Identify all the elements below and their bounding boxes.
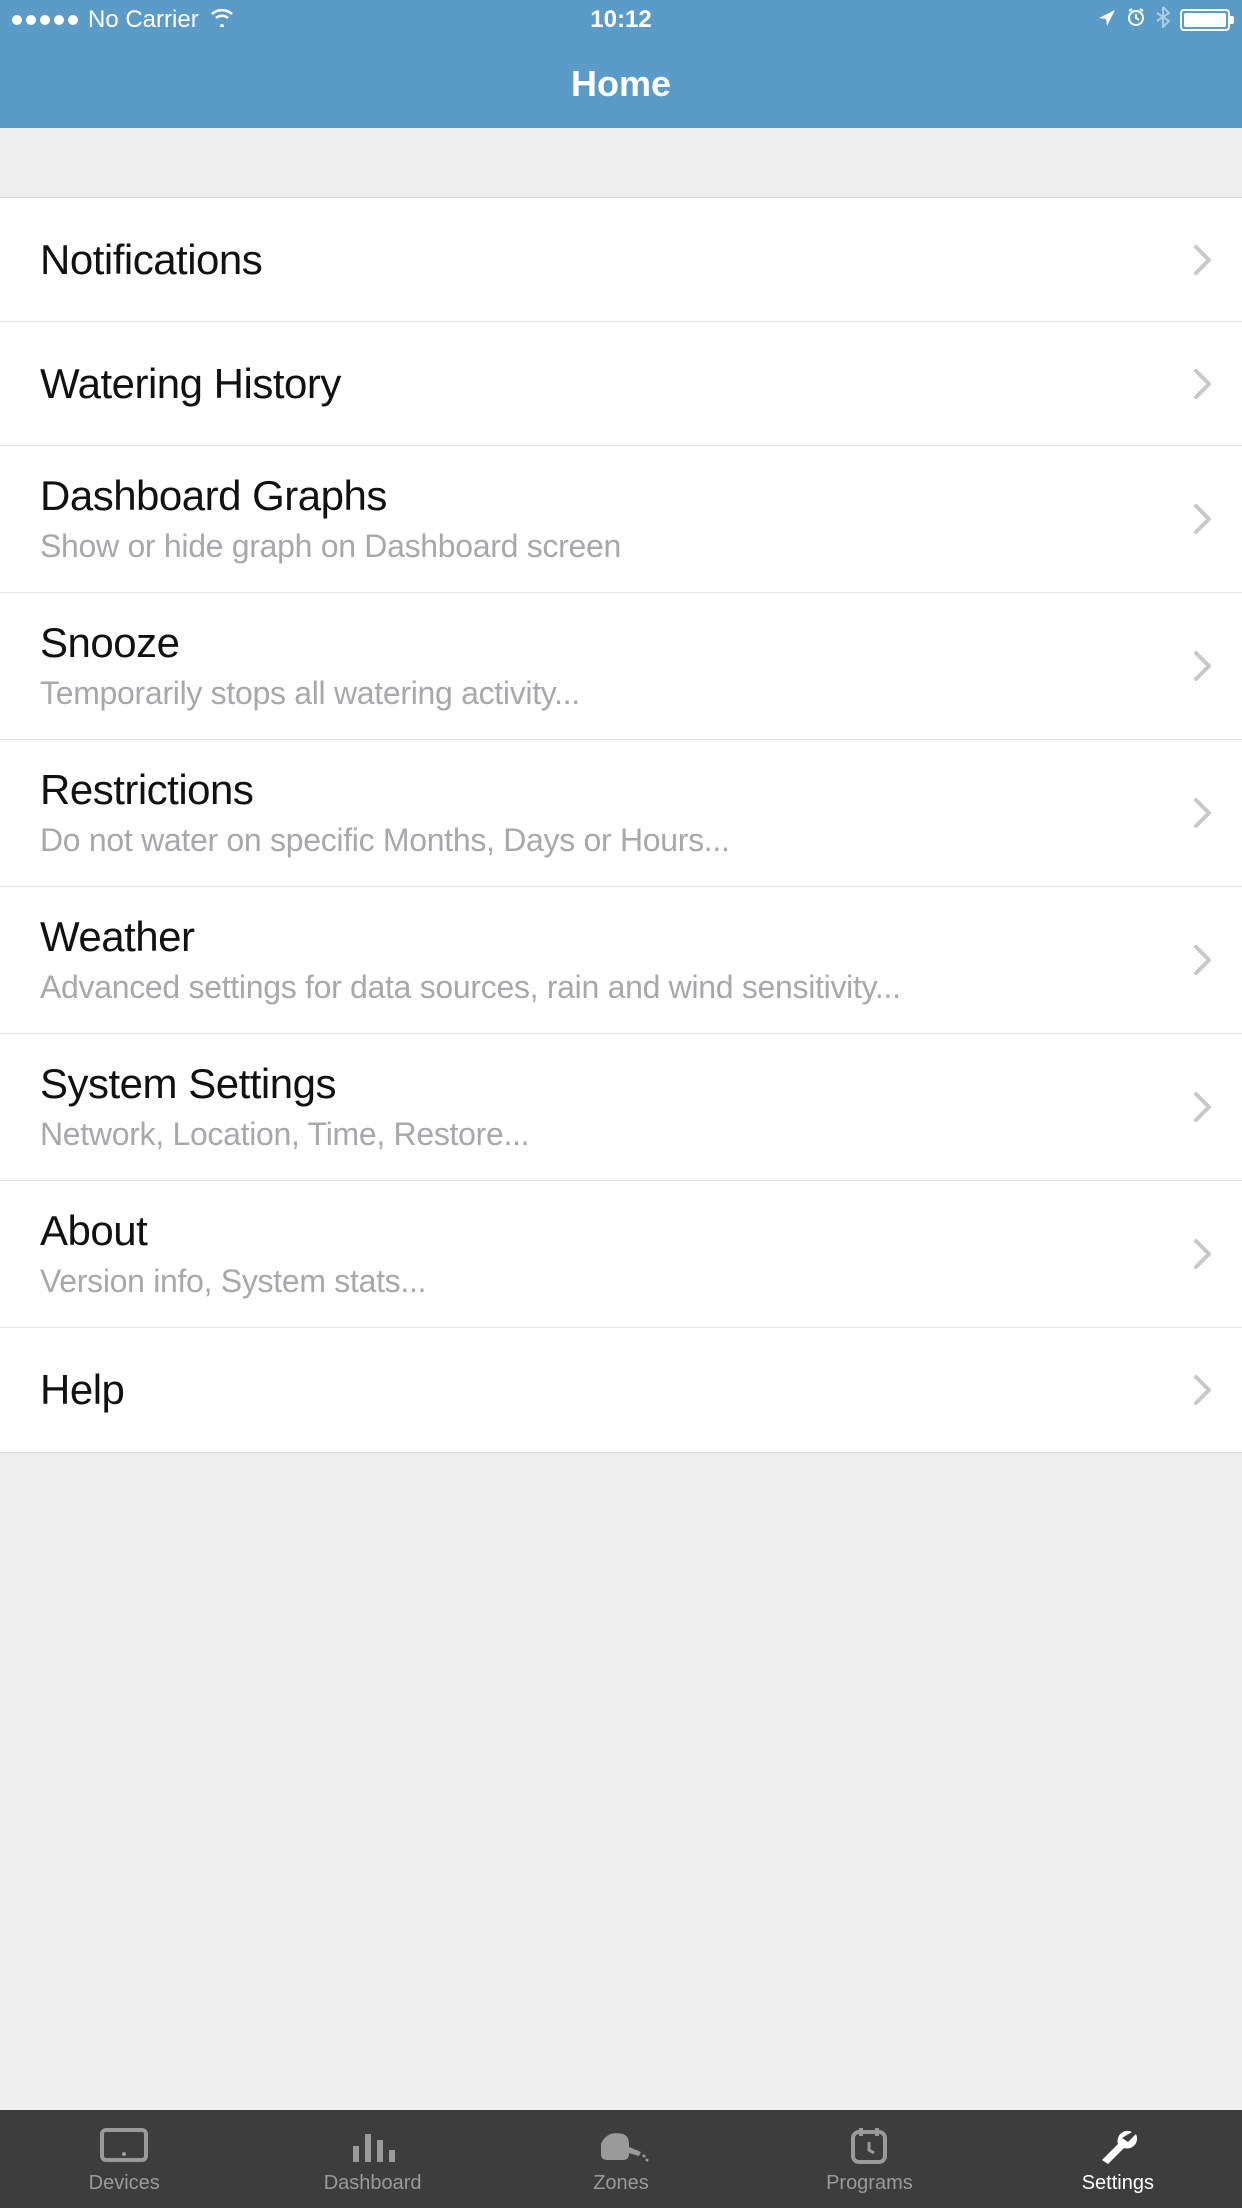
settings-item-title: Weather (40, 913, 1172, 961)
settings-item-system-settings[interactable]: System Settings Network, Location, Time,… (0, 1034, 1242, 1181)
alarm-icon (1126, 6, 1146, 34)
tab-bar: Devices Dashboard Zones Programs Setting… (0, 2110, 1242, 2208)
section-gap (0, 128, 1242, 198)
settings-item-subtitle: Version info, System stats... (40, 1261, 1172, 1301)
settings-item-weather[interactable]: Weather Advanced settings for data sourc… (0, 887, 1242, 1034)
chevron-right-icon (1192, 1373, 1212, 1407)
settings-item-about[interactable]: About Version info, System stats... (0, 1181, 1242, 1328)
chevron-right-icon (1192, 1237, 1212, 1271)
settings-list: Notifications Watering History Dashboard… (0, 198, 1242, 1452)
tab-zones[interactable]: Zones (497, 2110, 745, 2208)
bluetooth-icon (1156, 6, 1170, 35)
chevron-right-icon (1192, 502, 1212, 536)
status-bar: No Carrier 10:12 (0, 0, 1242, 40)
tab-settings[interactable]: Settings (994, 2110, 1242, 2208)
nav-bar: Home (0, 40, 1242, 128)
tab-label: Settings (1082, 2172, 1154, 2195)
tab-label: Zones (593, 2172, 649, 2195)
settings-item-subtitle: Network, Location, Time, Restore... (40, 1114, 1172, 1154)
chevron-right-icon (1192, 649, 1212, 683)
calendar-icon (847, 2124, 891, 2168)
settings-item-subtitle: Show or hide graph on Dashboard screen (40, 526, 1172, 566)
settings-item-subtitle: Temporarily stops all watering activity.… (40, 673, 1172, 713)
chevron-right-icon (1192, 796, 1212, 830)
settings-item-title: Help (40, 1366, 1172, 1414)
status-time: 10:12 (590, 6, 651, 34)
status-left: No Carrier (12, 6, 235, 34)
bar-chart-icon (349, 2124, 397, 2168)
settings-item-subtitle: Do not water on specific Months, Days or… (40, 820, 1172, 860)
settings-item-title: System Settings (40, 1060, 1172, 1108)
settings-item-restrictions[interactable]: Restrictions Do not water on specific Mo… (0, 740, 1242, 887)
watering-can-icon (591, 2124, 651, 2168)
device-icon (96, 2124, 152, 2168)
location-icon (1098, 6, 1116, 34)
bottom-gap (0, 1452, 1242, 1470)
tab-label: Devices (89, 2172, 160, 2195)
settings-item-dashboard-graphs[interactable]: Dashboard Graphs Show or hide graph on D… (0, 446, 1242, 593)
chevron-right-icon (1192, 1090, 1212, 1124)
settings-item-title: Dashboard Graphs (40, 472, 1172, 520)
chevron-right-icon (1192, 943, 1212, 977)
tab-dashboard[interactable]: Dashboard (248, 2110, 496, 2208)
settings-item-title: Restrictions (40, 766, 1172, 814)
chevron-right-icon (1192, 367, 1212, 401)
settings-item-notifications[interactable]: Notifications (0, 198, 1242, 322)
tab-label: Dashboard (324, 2172, 422, 2195)
settings-item-title: About (40, 1207, 1172, 1255)
settings-item-subtitle: Advanced settings for data sources, rain… (40, 967, 1172, 1007)
settings-item-title: Notifications (40, 236, 1172, 284)
settings-item-watering-history[interactable]: Watering History (0, 322, 1242, 446)
tab-label: Programs (826, 2172, 913, 2195)
page-title: Home (571, 63, 671, 105)
settings-item-title: Snooze (40, 619, 1172, 667)
settings-item-help[interactable]: Help (0, 1328, 1242, 1452)
wifi-icon (209, 6, 235, 34)
settings-item-snooze[interactable]: Snooze Temporarily stops all watering ac… (0, 593, 1242, 740)
signal-dots-icon (12, 15, 78, 25)
wrench-icon (1094, 2124, 1142, 2168)
settings-item-title: Watering History (40, 360, 1172, 408)
status-right (1098, 6, 1230, 35)
tab-devices[interactable]: Devices (0, 2110, 248, 2208)
chevron-right-icon (1192, 243, 1212, 277)
tab-programs[interactable]: Programs (745, 2110, 993, 2208)
carrier-label: No Carrier (88, 6, 199, 34)
battery-icon (1180, 9, 1230, 31)
